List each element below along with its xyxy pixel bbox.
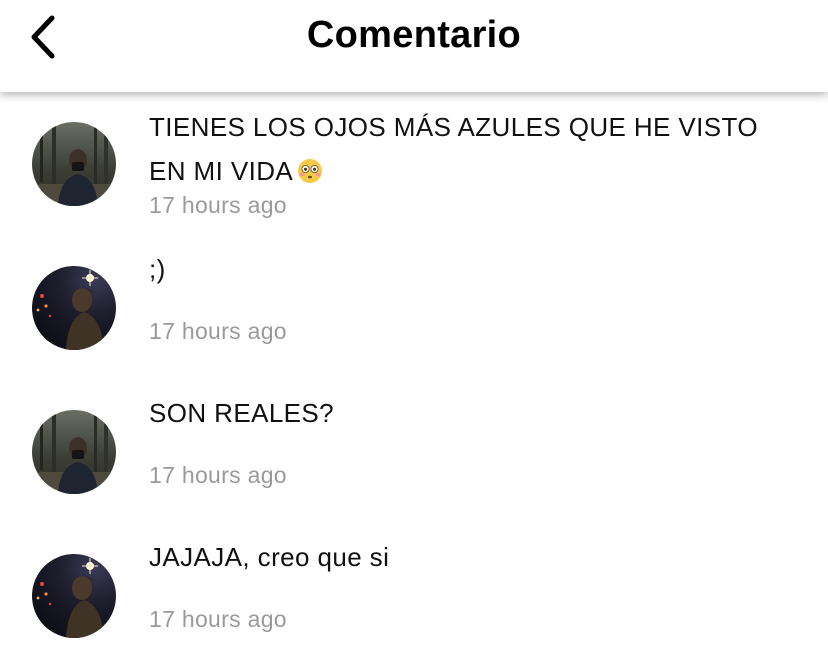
flushed-face-emoji-icon [298,159,323,183]
comment-text: ;) [149,254,166,284]
comment-item: SON REALES? 17 hours ago [0,386,828,530]
header-bar: Comentario [0,0,828,92]
avatar[interactable] [32,410,116,494]
comment-timestamp: 17 hours ago [149,192,287,218]
comment-text: SON REALES? [149,398,335,428]
avatar[interactable] [32,122,116,206]
comment-list[interactable]: TIENES LOS OJOS MÁS AZULES QUE HE VISTO … [0,92,828,652]
comment-item: ;) 17 hours ago [0,242,828,386]
avatar-forest-image [32,122,116,206]
comment-text: TIENES LOS OJOS MÁS AZULES QUE HE VISTO … [149,112,758,186]
avatar-night-lights-image [32,266,116,350]
comment-timestamp: 17 hours ago [149,318,287,344]
avatar-forest-image [32,410,116,494]
comment-item: JAJAJA, creo que si 17 hours ago [0,530,828,652]
comment-timestamp: 17 hours ago [149,606,287,632]
comment-timestamp: 17 hours ago [149,462,287,488]
comment-text: JAJAJA, creo que si [149,542,390,572]
page-title: Comentario [306,14,522,56]
comment-item: TIENES LOS OJOS MÁS AZULES QUE HE VISTO … [0,92,828,242]
avatar[interactable] [32,554,116,638]
avatar[interactable] [32,266,116,350]
avatar-night-lights-image [32,554,116,638]
